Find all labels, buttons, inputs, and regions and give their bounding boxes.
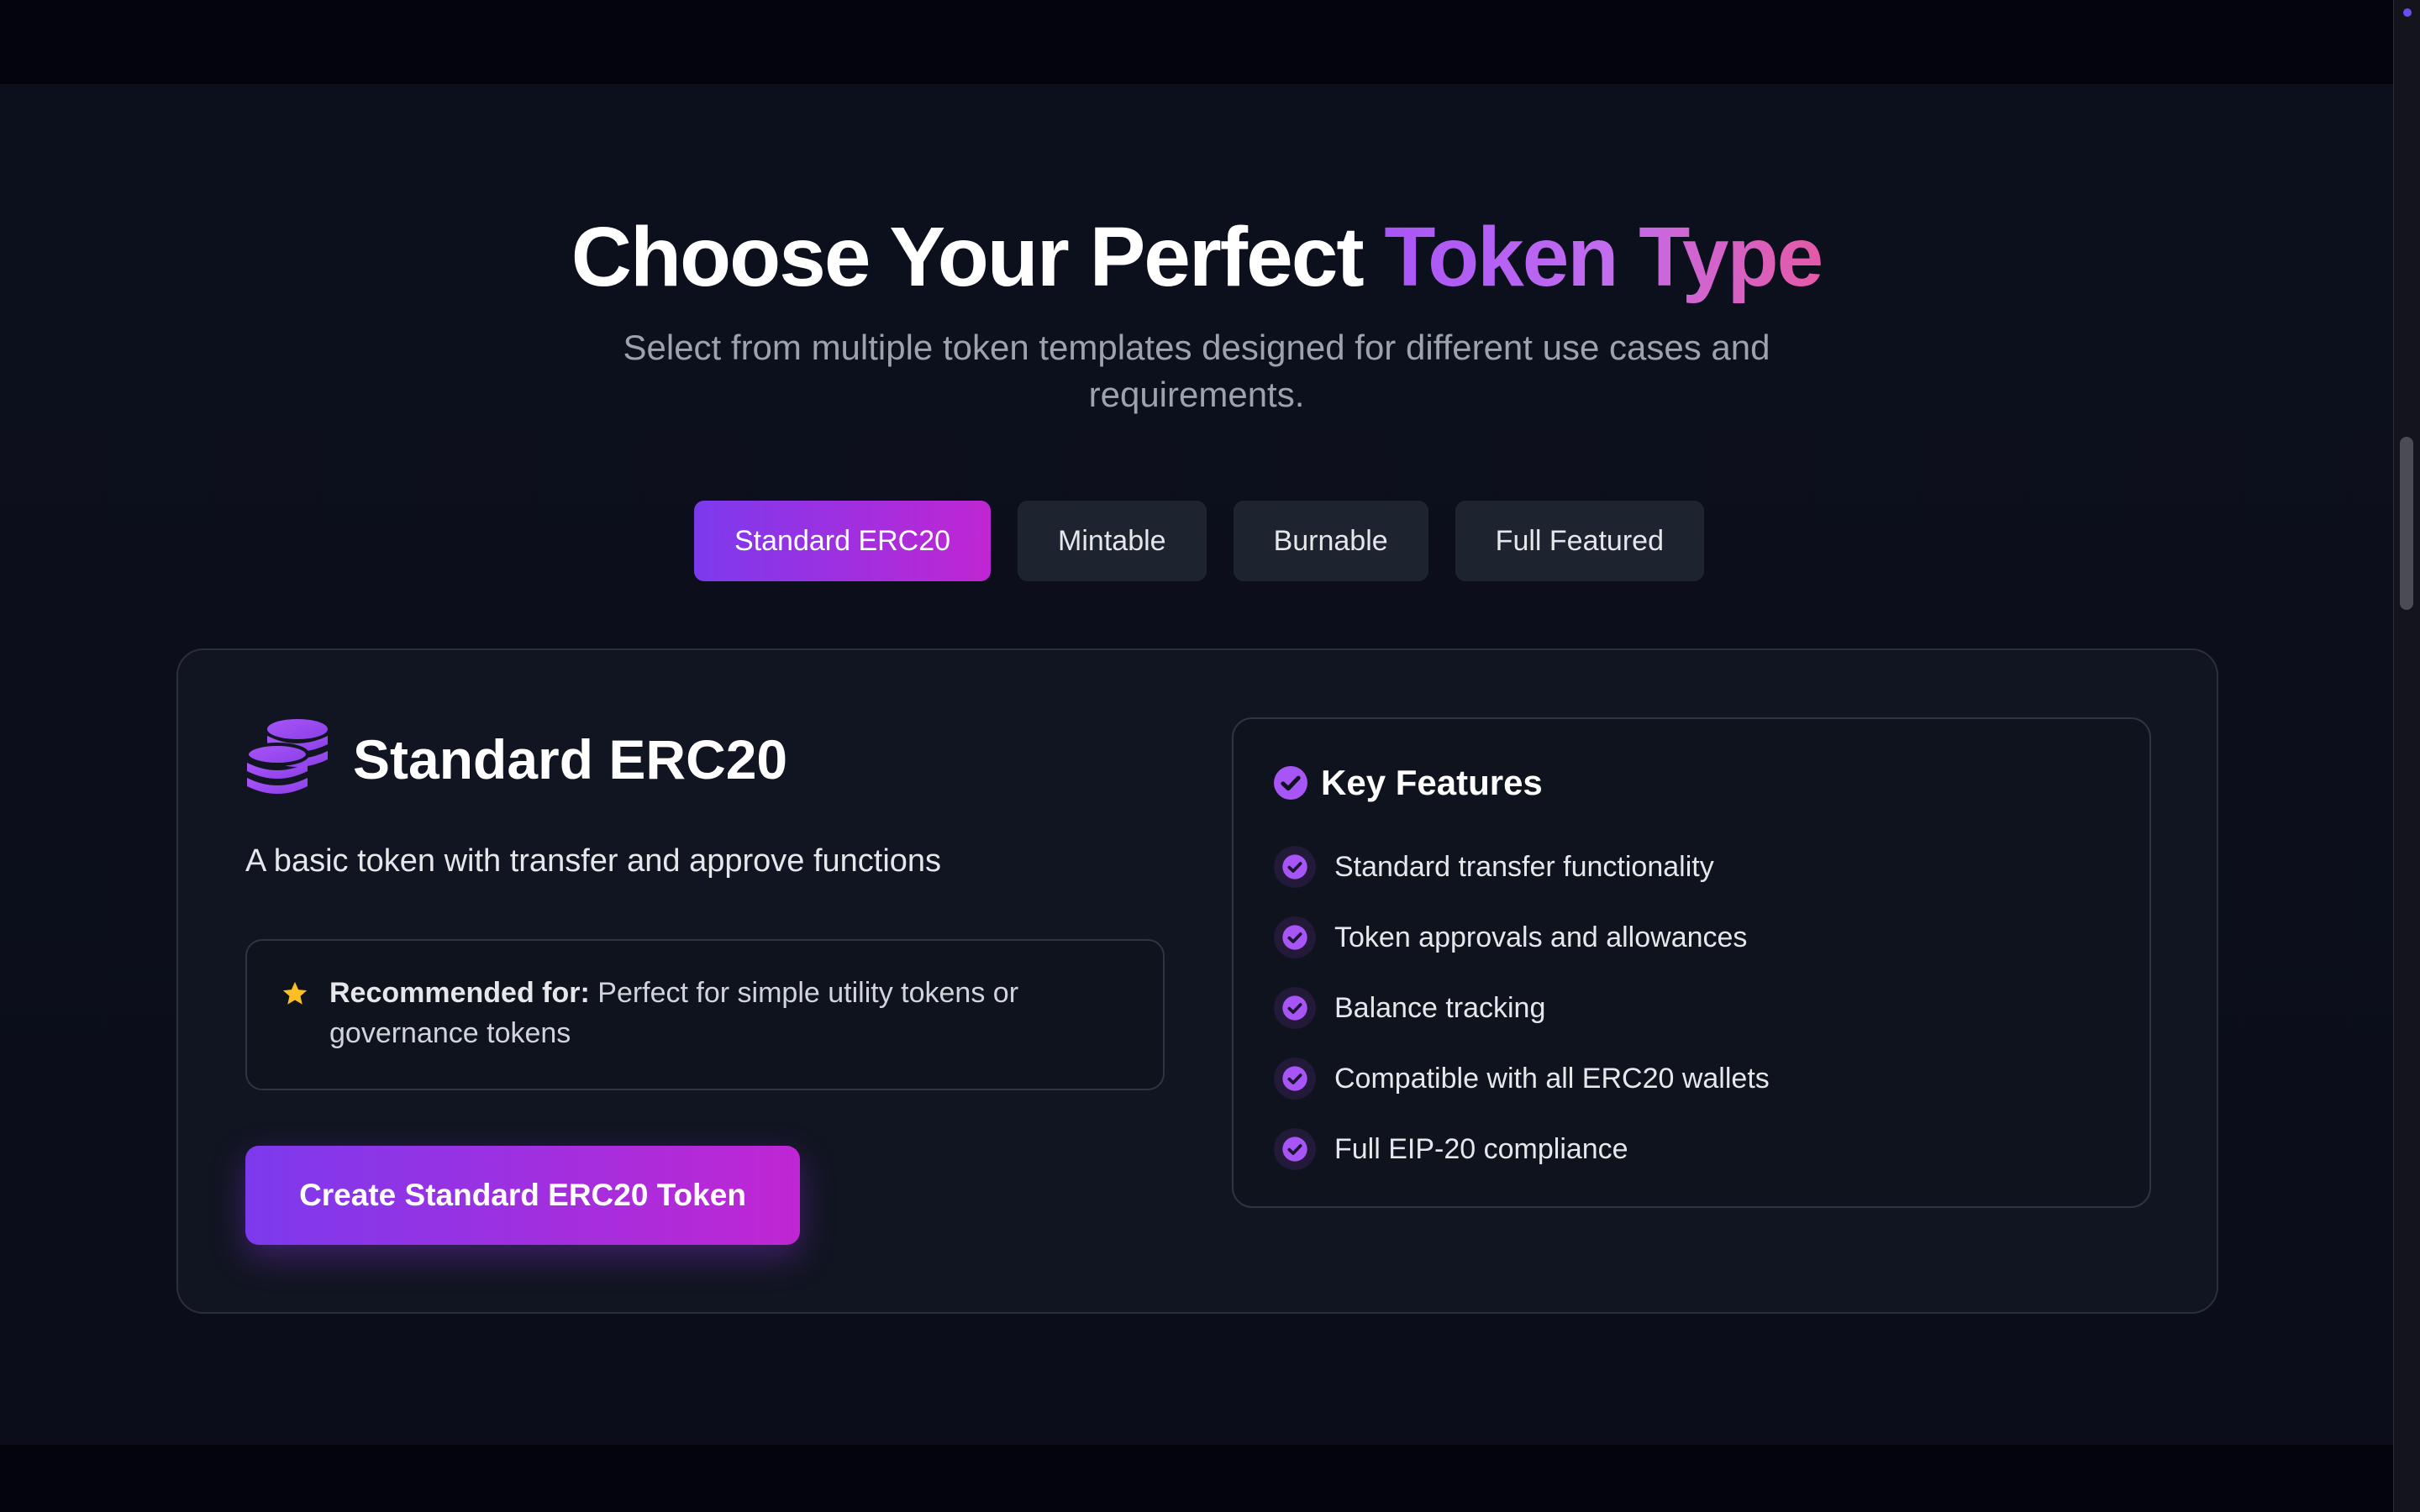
bottom-bar <box>0 1445 2393 1512</box>
card-description: A basic token with transfer and approve … <box>245 843 942 879</box>
feature-label: Compatible with all ERC20 wallets <box>1334 1063 1770 1095</box>
token-detail-card: Standard ERC20 A basic token with transf… <box>176 648 2218 1314</box>
star-icon <box>282 981 308 1005</box>
page-title: Choose Your Perfect Token Type <box>0 207 2393 307</box>
features-title: Key Features <box>1321 763 1543 802</box>
recommendation-text: Recommended for: Perfect for simple util… <box>329 973 1102 1053</box>
page-title-plain: Choose Your Perfect <box>571 210 1385 304</box>
feature-label: Full EIP-20 compliance <box>1334 1133 1628 1165</box>
feature-label: Balance tracking <box>1334 992 1546 1024</box>
feature-label: Standard transfer functionality <box>1334 851 1714 883</box>
check-icon <box>1274 916 1316 958</box>
check-icon <box>1274 987 1316 1029</box>
tab-full-featured[interactable]: Full Featured <box>1455 501 1704 581</box>
scrollbar-track[interactable] <box>2393 0 2420 1512</box>
check-circle-icon <box>1274 766 1307 800</box>
scrollbar-thumb[interactable] <box>2400 437 2413 610</box>
check-icon <box>1274 1128 1316 1170</box>
tab-mintable[interactable]: Mintable <box>1018 501 1207 581</box>
scroll-indicator-dot <box>2403 8 2412 17</box>
feature-item: Standard transfer functionality <box>1274 842 1714 892</box>
tab-burnable[interactable]: Burnable <box>1233 501 1428 581</box>
recommendation-label: Recommended for: <box>329 977 590 1009</box>
feature-item: Balance tracking <box>1274 983 1545 1033</box>
tab-standard-erc20[interactable]: Standard ERC20 <box>694 501 992 581</box>
token-type-tabs: Standard ERC20 Mintable Burnable Full Fe… <box>694 501 1704 581</box>
page-subtitle: Select from multiple token templates des… <box>623 328 1770 414</box>
check-icon <box>1274 846 1316 888</box>
page-title-highlight: Token Type <box>1384 210 1823 304</box>
feature-label: Token approvals and allowances <box>1334 921 1748 953</box>
key-features-box: Key Features Standard transfer functiona… <box>1232 717 2151 1208</box>
recommendation-box: Recommended for: Perfect for simple util… <box>245 939 1165 1090</box>
create-token-button[interactable]: Create Standard ERC20 Token <box>245 1146 800 1245</box>
feature-item: Full EIP-20 compliance <box>1274 1124 1628 1174</box>
card-title: Standard ERC20 <box>353 728 788 790</box>
feature-item: Compatible with all ERC20 wallets <box>1274 1053 1770 1104</box>
feature-item: Token approvals and allowances <box>1274 912 1747 963</box>
coins-icon <box>245 719 328 794</box>
check-icon <box>1274 1058 1316 1100</box>
top-bar <box>0 0 2393 84</box>
